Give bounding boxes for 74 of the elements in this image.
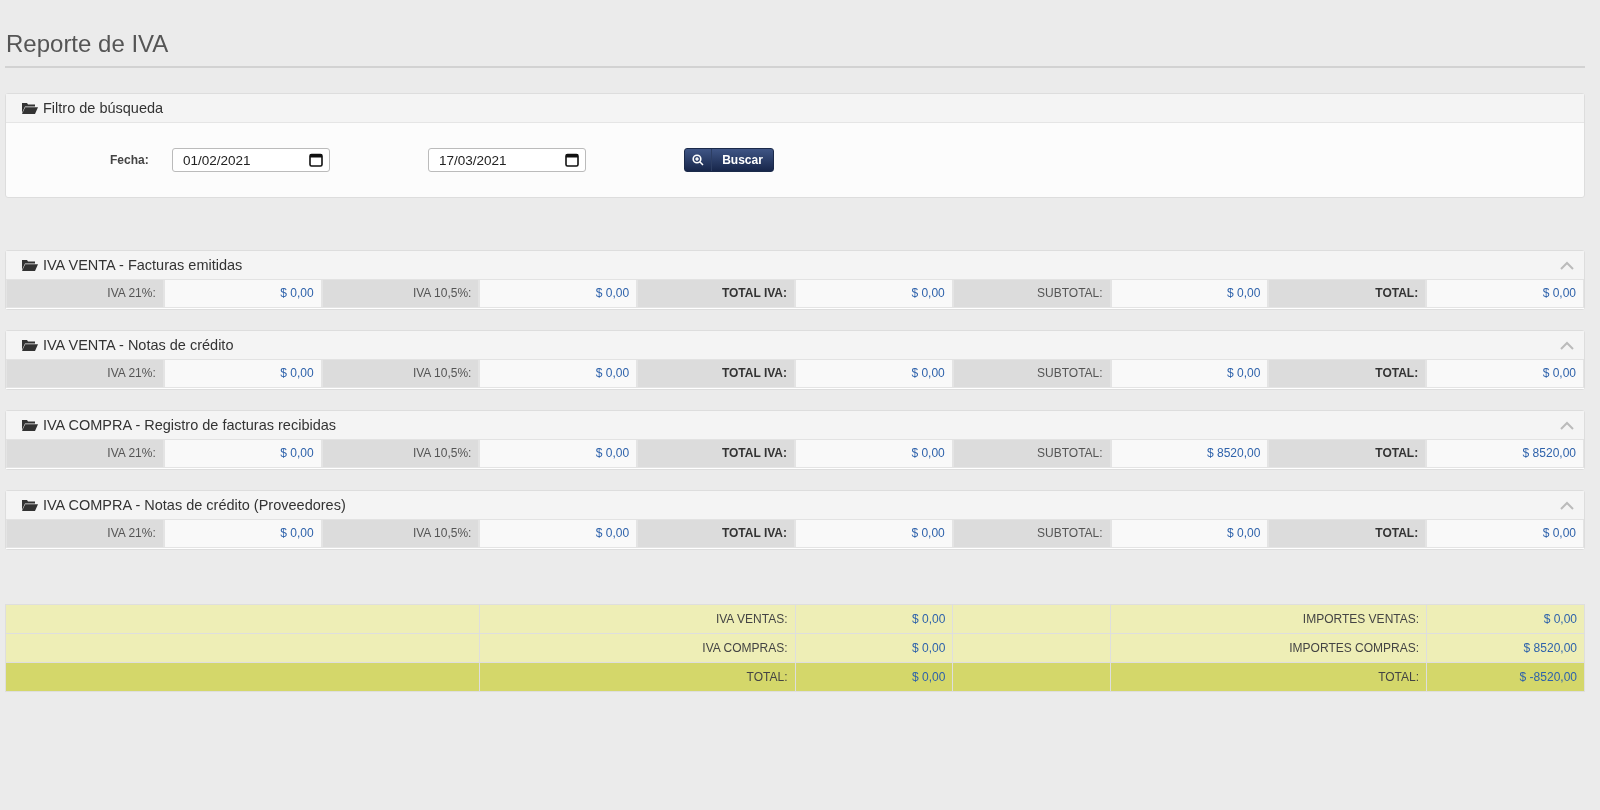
field-label: IVA 10,5%: xyxy=(321,520,480,548)
amount-value: $ 0,00 xyxy=(479,360,638,388)
amount-value: $ 8520,00 xyxy=(1426,633,1585,663)
field-label: SUBTOTAL: xyxy=(952,360,1111,388)
amount-value: $ 0,00 xyxy=(479,440,638,468)
field-label: IVA 10,5%: xyxy=(321,280,480,308)
calendar-icon[interactable] xyxy=(309,153,323,167)
folder-icon xyxy=(22,102,38,114)
amount-value: $ 0,00 xyxy=(1426,520,1584,548)
folder-icon xyxy=(22,339,38,351)
amount-value: $ 0,00 xyxy=(163,440,322,468)
date-field[interactable]: 17/03/2021 xyxy=(428,148,586,172)
field-label: TOTAL: xyxy=(1268,280,1427,308)
amount-value: $ 0,00 xyxy=(795,280,953,308)
chevron-up-icon[interactable] xyxy=(1560,500,1574,510)
amount-value: $ 0,00 xyxy=(795,633,953,663)
amount-value: $ 0,00 xyxy=(795,662,953,692)
panel-title: Filtro de búsqueda xyxy=(43,100,164,116)
chevron-up-icon[interactable] xyxy=(1560,260,1574,270)
field-label: IMPORTES VENTAS: xyxy=(1110,604,1427,634)
folder-icon xyxy=(22,259,38,271)
zoom-in-icon xyxy=(692,154,704,166)
field-label: TOTAL: xyxy=(1268,360,1427,388)
amount-value: $ 0,00 xyxy=(479,280,638,308)
section-title: IVA VENTA - Notas de crédito xyxy=(43,337,234,353)
field-label: TOTAL: xyxy=(1268,520,1427,548)
amount-value: $ 0,00 xyxy=(795,520,953,548)
calendar-icon[interactable] xyxy=(565,153,579,167)
field-label: IVA 21%: xyxy=(6,440,164,468)
amount-value: $ -8520,00 xyxy=(1426,662,1585,692)
amount-value: $ 0,00 xyxy=(163,520,322,548)
field-label: IVA COMPRAS: xyxy=(479,633,795,663)
amount-value: $ 0,00 xyxy=(795,604,953,634)
folder-icon xyxy=(22,499,38,511)
field-label: TOTAL: xyxy=(1110,662,1427,692)
field-label: IVA 21%: xyxy=(6,280,164,308)
field-label: TOTAL: xyxy=(479,662,795,692)
amount-value: $ 0,00 xyxy=(163,280,322,308)
date-field[interactable]: 01/02/2021 xyxy=(172,148,330,172)
field-label: IVA 21%: xyxy=(6,520,164,548)
section-title: IVA COMPRA - Notas de crédito (Proveedores) xyxy=(43,497,346,513)
search-button[interactable]: Buscar xyxy=(684,148,774,172)
field-label: IVA 10,5%: xyxy=(321,360,480,388)
date-label: Fecha: xyxy=(110,153,150,167)
amount-value: $ 0,00 xyxy=(795,440,953,468)
amount-value: $ 0,00 xyxy=(1110,520,1269,548)
amount-value: $ 0,00 xyxy=(163,360,322,388)
amount-value: $ 0,00 xyxy=(795,360,953,388)
field-label: TOTAL IVA: xyxy=(637,360,795,388)
chevron-up-icon[interactable] xyxy=(1560,420,1574,430)
field-label: IVA VENTAS: xyxy=(479,604,795,634)
field-label: SUBTOTAL: xyxy=(952,520,1111,548)
field-label: SUBTOTAL: xyxy=(952,440,1111,468)
field-label: TOTAL: xyxy=(1268,440,1427,468)
field-label: TOTAL IVA: xyxy=(637,520,795,548)
chevron-up-icon[interactable] xyxy=(1560,340,1574,350)
field-label: IVA 21%: xyxy=(6,360,164,388)
amount-value: $ 0,00 xyxy=(479,520,638,548)
amount-value: $ 0,00 xyxy=(1426,604,1585,634)
section-title: IVA COMPRA - Registro de facturas recibidas xyxy=(43,417,337,433)
amount-value: $ 0,00 xyxy=(1426,360,1584,388)
amount-value: $ 0,00 xyxy=(1110,360,1269,388)
field-label: IMPORTES COMPRAS: xyxy=(1110,633,1427,663)
field-label: TOTAL IVA: xyxy=(637,440,795,468)
folder-icon xyxy=(22,419,38,431)
section-title: IVA VENTA - Facturas emitidas xyxy=(43,257,243,273)
amount-value: $ 0,00 xyxy=(1426,280,1584,308)
field-label: SUBTOTAL: xyxy=(952,280,1111,308)
field-label: IVA 10,5%: xyxy=(321,440,480,468)
page-title: Reporte de IVA xyxy=(5,0,1585,68)
field-label: TOTAL IVA: xyxy=(637,280,795,308)
amount-value: $ 8520,00 xyxy=(1110,440,1269,468)
amount-value: $ 0,00 xyxy=(1110,280,1269,308)
amount-value: $ 8520,00 xyxy=(1426,440,1584,468)
